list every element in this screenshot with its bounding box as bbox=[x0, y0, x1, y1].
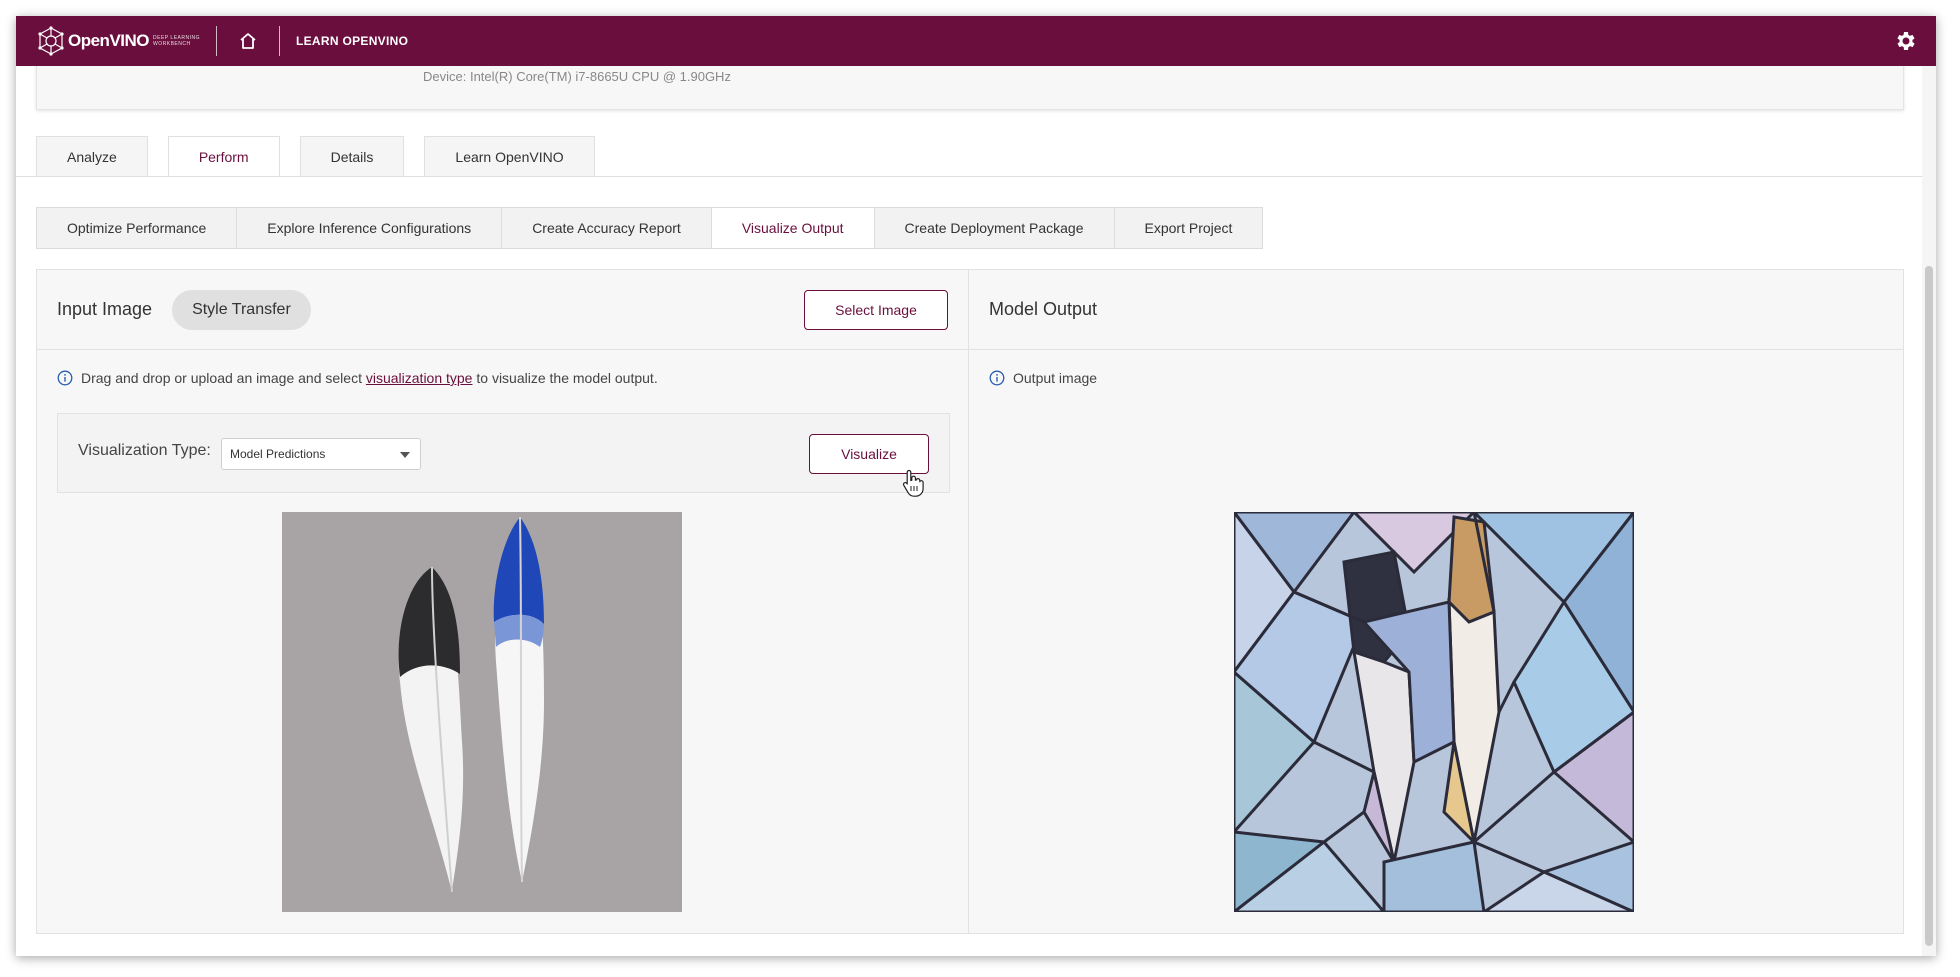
openvino-logo[interactable]: OpenVINO DEEP LEARNING WORKBENCH bbox=[36, 16, 200, 66]
model-type-chip: Style Transfer bbox=[172, 289, 311, 330]
perform-sub-tabs: Optimize Performance Explore Inference C… bbox=[36, 207, 1264, 249]
hint-text-before: Drag and drop or upload an image and sel… bbox=[81, 370, 366, 386]
page-scrollbar[interactable] bbox=[1922, 66, 1936, 956]
subtab-export-project[interactable]: Export Project bbox=[1115, 208, 1263, 248]
tab-perform[interactable]: Perform bbox=[167, 136, 280, 177]
tab-details[interactable]: Details bbox=[299, 136, 405, 176]
logo-subtitle-line-2: WORKBENCH bbox=[153, 41, 191, 47]
output-image-preview bbox=[1234, 512, 1634, 912]
visualization-type-link[interactable]: visualization type bbox=[366, 370, 473, 386]
logo-subtitle: DEEP LEARNING WORKBENCH bbox=[153, 35, 200, 47]
stylized-output-image bbox=[1234, 512, 1634, 912]
input-image-title: Input Image bbox=[57, 299, 153, 319]
visualization-type-label: Visualization Type: bbox=[78, 442, 211, 459]
input-image-preview bbox=[282, 512, 682, 912]
output-hint-text: Output image bbox=[1013, 370, 1098, 386]
main-tabs: Analyze Perform Details Learn OpenVINO bbox=[36, 136, 615, 177]
feathers-image bbox=[282, 512, 682, 912]
home-icon bbox=[240, 33, 256, 49]
openvino-logo-icon bbox=[38, 26, 64, 56]
select-image-button[interactable]: Select Image bbox=[804, 290, 948, 330]
subtab-explore-inference-configurations[interactable]: Explore Inference Configurations bbox=[237, 208, 503, 248]
tab-learn-openvino[interactable]: Learn OpenVINO bbox=[424, 136, 595, 176]
logo-text: OpenVINO bbox=[68, 31, 150, 50]
visualization-settings-box: Visualization Type: Model Predictions Vi… bbox=[57, 413, 950, 497]
device-info-text: Device: Intel(R) Core(TM) i7-8665U CPU @… bbox=[423, 69, 731, 84]
gear-icon[interactable] bbox=[1894, 29, 1918, 53]
subtab-create-accuracy-report[interactable]: Create Accuracy Report bbox=[502, 208, 712, 248]
subtab-visualize-output[interactable]: Visualize Output bbox=[711, 208, 875, 248]
info-icon bbox=[57, 370, 73, 386]
topbar-divider bbox=[216, 26, 217, 56]
home-button[interactable] bbox=[233, 26, 263, 56]
app-window: OpenVINO DEEP LEARNING WORKBENCH LEARN O… bbox=[16, 16, 1936, 956]
output-hint: Output image bbox=[989, 370, 1097, 386]
subtab-create-deployment-package[interactable]: Create Deployment Package bbox=[875, 208, 1115, 248]
visualization-type-value: Model Predictions bbox=[230, 447, 326, 461]
subtab-optimize-performance[interactable]: Optimize Performance bbox=[37, 208, 238, 248]
topbar-divider bbox=[279, 26, 280, 56]
hint-text-after: to visualize the model output. bbox=[472, 370, 658, 386]
visualization-type-select[interactable]: Model Predictions bbox=[221, 438, 421, 470]
scrollbar-thumb[interactable] bbox=[1925, 266, 1933, 946]
hand-cursor-icon bbox=[902, 469, 924, 497]
chevron-down-icon bbox=[400, 452, 410, 458]
output-panel-header: Model Output bbox=[969, 270, 1903, 350]
info-icon bbox=[989, 370, 1005, 386]
learn-openvino-link[interactable]: LEARN OPENVINO bbox=[296, 34, 408, 48]
tab-analyze[interactable]: Analyze bbox=[36, 136, 148, 176]
input-panel-header: Input Image Style Transfer Select Image bbox=[37, 270, 968, 350]
input-hint: Drag and drop or upload an image and sel… bbox=[57, 370, 658, 386]
top-bar: OpenVINO DEEP LEARNING WORKBENCH LEARN O… bbox=[16, 16, 1936, 66]
model-output-title: Model Output bbox=[989, 299, 1098, 319]
tabs-divider bbox=[16, 176, 1936, 177]
